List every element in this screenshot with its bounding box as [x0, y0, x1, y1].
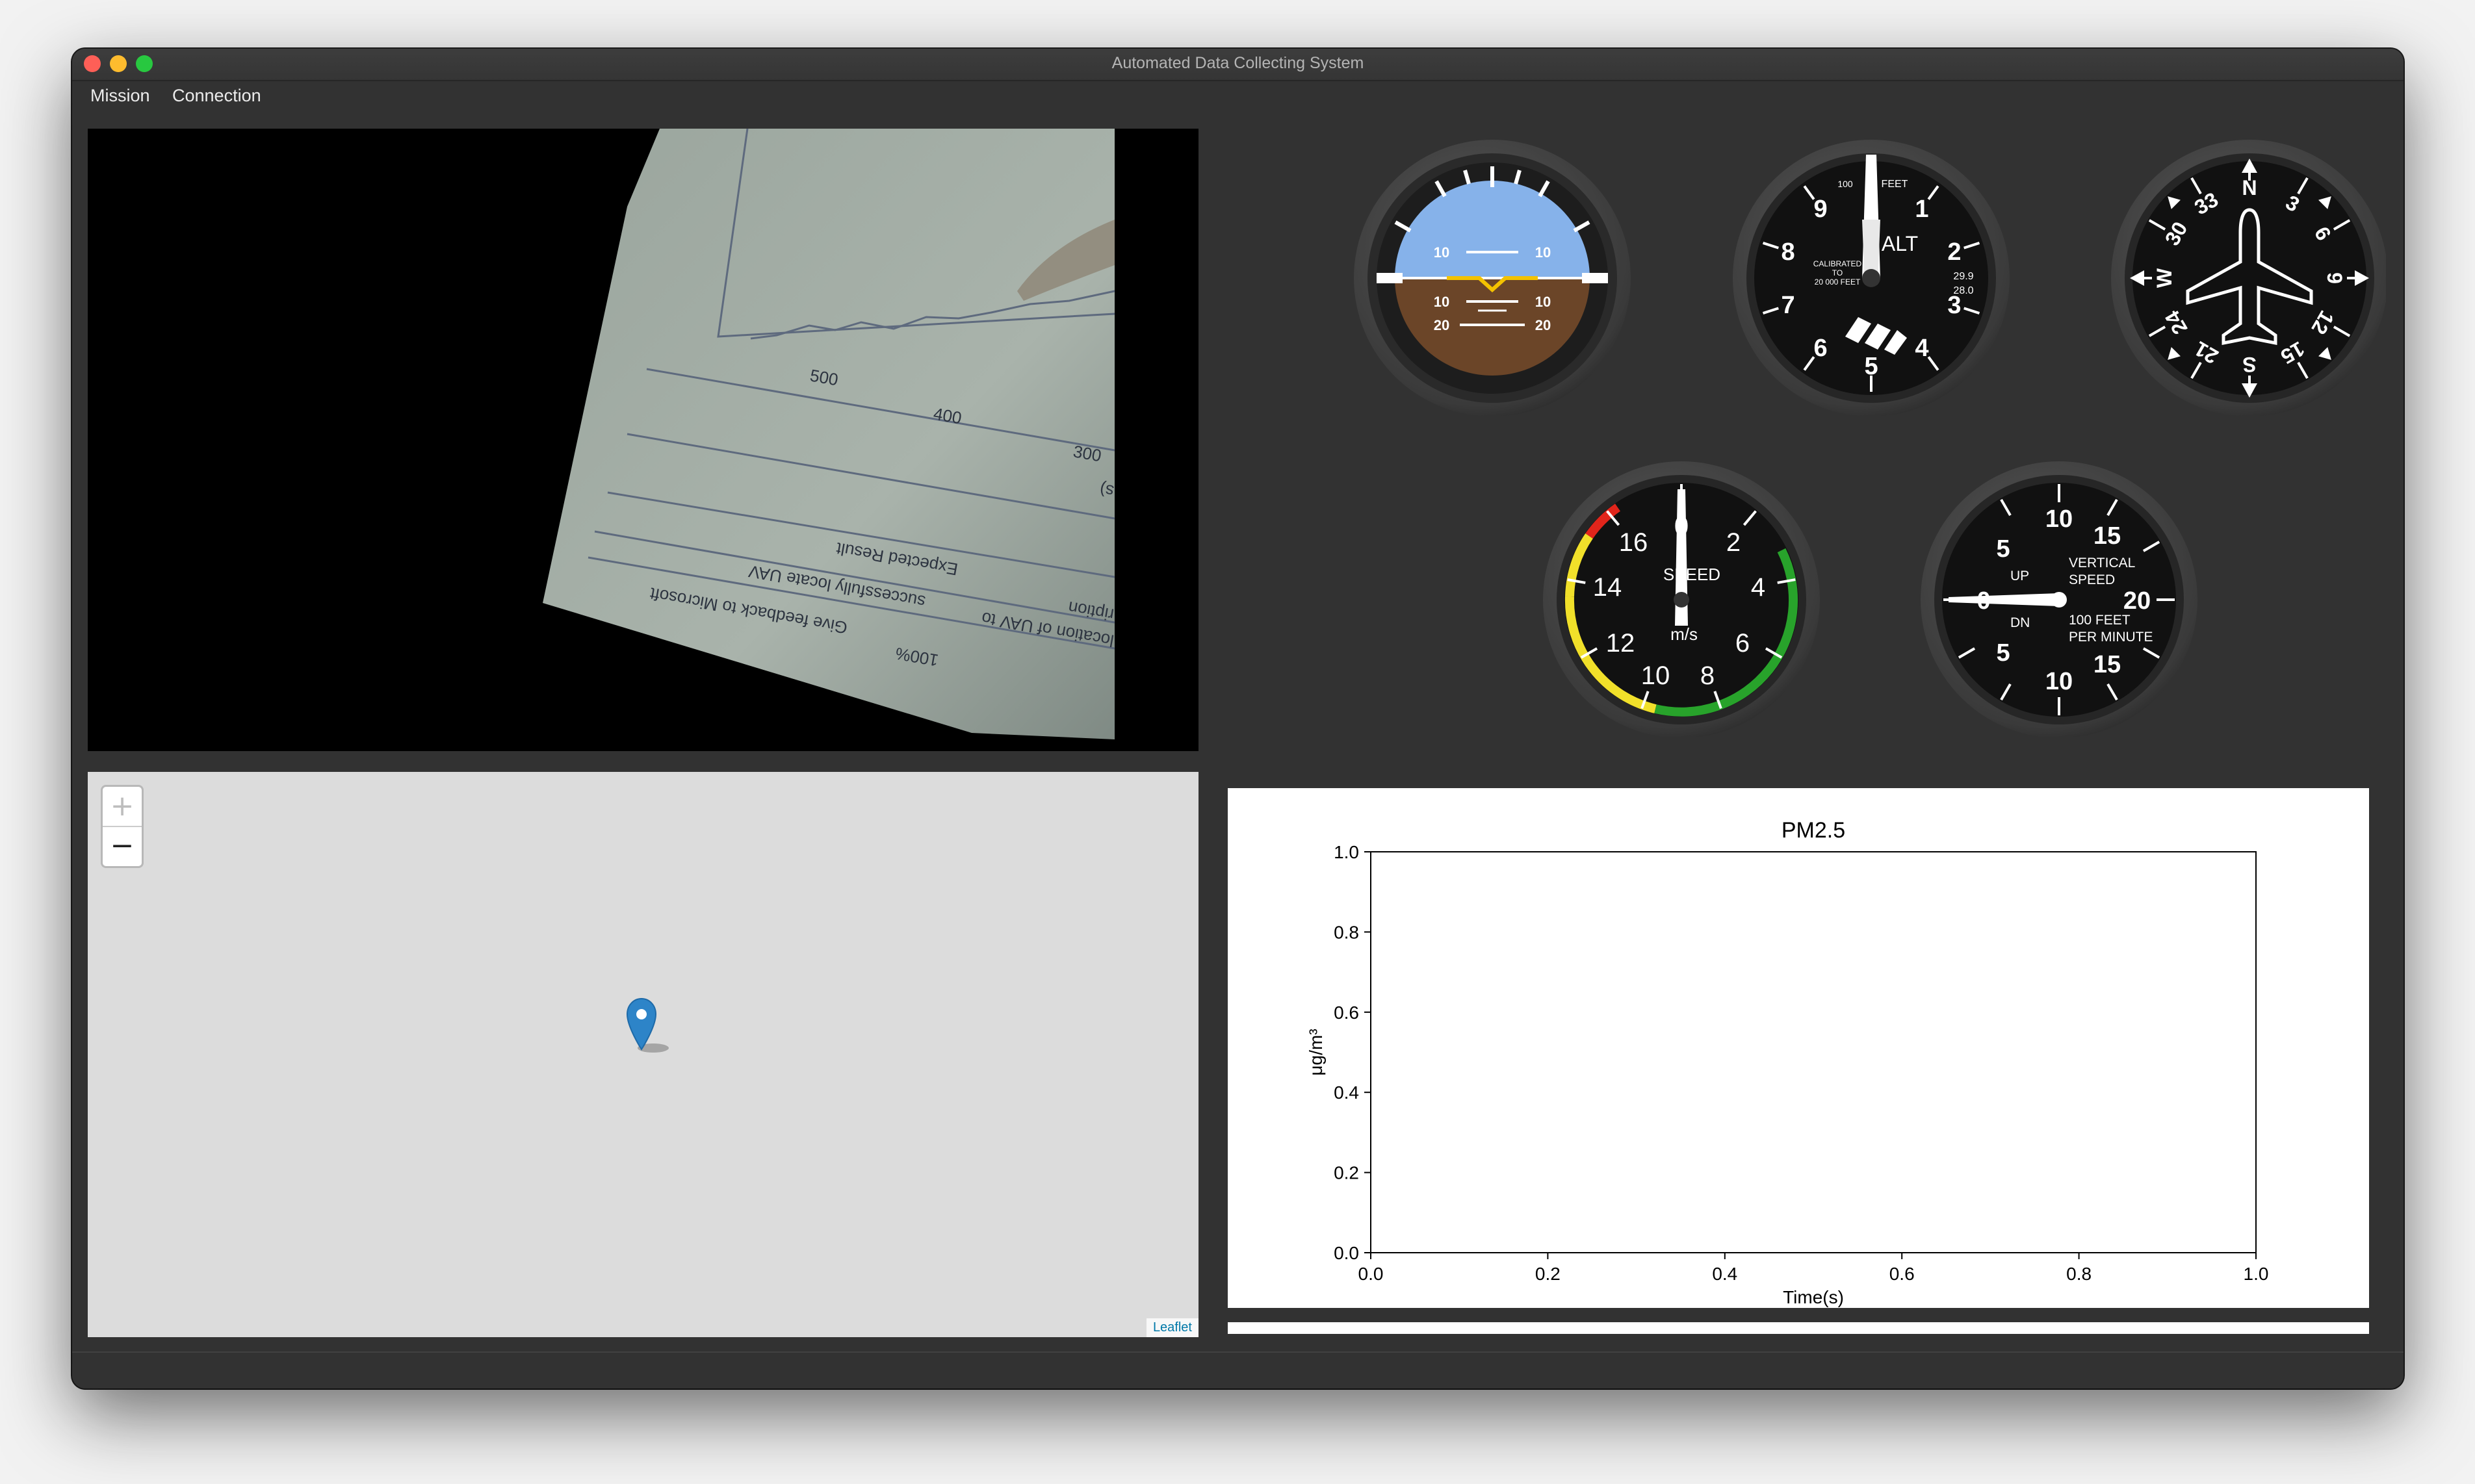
chart-plot-area — [1370, 851, 2257, 1253]
vs-num-10-down: 10 — [2045, 668, 2073, 695]
x-tick-label: 1.0 — [2244, 1264, 2269, 1284]
pitch-label-up-10-right: 10 — [1535, 244, 1551, 261]
map-zoom-in-button[interactable]: + — [103, 787, 142, 827]
x-tick-label: 0.8 — [2066, 1264, 2092, 1284]
alt-top-label-2: FEET — [1882, 179, 1908, 190]
vs-up-label: UP — [2010, 569, 2029, 583]
alt-num-6: 6 — [1813, 335, 1827, 362]
alt-num-2: 2 — [1947, 238, 1961, 266]
speed-unit: m/s — [1670, 624, 1698, 644]
attitude-indicator: 10 10 10 10 20 20 — [1354, 140, 1631, 416]
speed-num-14: 14 — [1593, 573, 1622, 602]
vs-units-2: PER MINUTE — [2069, 630, 2153, 645]
speed-num-2: 2 — [1726, 528, 1741, 557]
alt-subtext-1: CALIBRATED — [1813, 259, 1862, 268]
vs-num-20: 20 — [2123, 587, 2151, 615]
speed-num-10: 10 — [1641, 661, 1670, 690]
title-bar[interactable]: Automated Data Collecting System — [72, 49, 2404, 81]
map-view[interactable]: + − Leaflet — [88, 772, 1199, 1337]
heading-indicator: N 3 6 9 12 15 S 21 24 W 30 33 — [2111, 140, 2388, 416]
vs-title-2: SPEED — [2069, 572, 2115, 587]
chart-canvas: PM2.5 Time(s) μg/m³ 0.0 0.2 0.4 0.6 0.8 1.0 0.… — [1306, 818, 2269, 1307]
altimeter: 0 1 2 3 4 5 6 7 8 9 ALT CALIBRATED TO 20… — [1733, 140, 2010, 416]
vs-down-label: DN — [2010, 615, 2030, 630]
alt-top-label-1: 100 — [1837, 179, 1853, 189]
alt-pressure-2: 28.0 — [1953, 285, 1973, 296]
pitch-label-down-10-right: 10 — [1535, 294, 1551, 310]
vs-units-1: 100 FEET — [2069, 613, 2131, 628]
heading-label-0: N — [2242, 176, 2257, 199]
speed-label: SPEED — [1663, 565, 1720, 584]
chart-toolbar-strip — [1228, 1322, 2369, 1334]
y-tick-label: 0.6 — [1334, 1003, 1359, 1023]
pitch-label-down-20-right: 20 — [1535, 317, 1551, 333]
chart-xlabel: Time(s) — [1783, 1287, 1844, 1307]
vs-title-1: VERTICAL — [2069, 556, 2135, 570]
vertical-speed-indicator: 0 5 10 15 20 15 10 5 VERTICAL SPEED UP D… — [1921, 461, 2197, 738]
x-tick-label: 0.6 — [1889, 1264, 1915, 1284]
map-attribution-link[interactable]: Leaflet — [1146, 1318, 1199, 1337]
speed-num-12: 12 — [1606, 629, 1635, 658]
heading-label-9: 9 — [2323, 272, 2346, 284]
heading-label-18: S — [2242, 353, 2256, 376]
chart-ylabel: μg/m³ — [1306, 1029, 1326, 1075]
pitch-label-down-20-left: 20 — [1434, 317, 1449, 333]
y-tick-label: 1.0 — [1334, 842, 1359, 862]
speed-num-16: 16 — [1619, 528, 1648, 557]
map-zoom-out-button[interactable]: − — [103, 826, 142, 865]
heading-label-27: W — [2153, 268, 2176, 288]
alt-label: ALT — [1882, 232, 1918, 255]
pitch-label-down-10-left: 10 — [1434, 294, 1449, 310]
airspeed-indicator: 0 2 4 6 8 10 12 14 16 SPEED m/s — [1543, 461, 1820, 738]
window-title: Automated Data Collecting System — [1111, 54, 1364, 72]
alt-num-5: 5 — [1864, 353, 1878, 380]
menu-bar: Mission Connection — [72, 81, 2404, 111]
alt-pressure-1: 29.9 — [1953, 271, 1973, 282]
vs-num-5-down: 5 — [1996, 639, 2010, 667]
pitch-label-up-10-left: 10 — [1434, 244, 1449, 261]
vs-num-15-down: 15 — [2093, 651, 2121, 678]
y-tick-label: 0.4 — [1334, 1082, 1359, 1103]
alt-num-9: 9 — [1813, 196, 1827, 223]
speed-num-8: 8 — [1700, 661, 1715, 690]
alt-num-1: 1 — [1915, 196, 1928, 223]
y-tick-label: 0.2 — [1334, 1163, 1359, 1183]
vs-num-5-up: 5 — [1996, 535, 2010, 563]
x-tick-label: 0.0 — [1358, 1264, 1384, 1284]
x-tick-label: 0.2 — [1535, 1264, 1561, 1284]
x-tick-label: 0.4 — [1712, 1264, 1737, 1284]
vs-num-10-up: 10 — [2045, 505, 2073, 533]
chart-title: PM2.5 — [1782, 818, 1845, 843]
speed-num-6: 6 — [1735, 629, 1750, 658]
video-feed: 500 400 300 Expected Result successfully… — [88, 129, 1199, 751]
pm25-chart: PM2.5 Time(s) μg/m³ 0.0 0.2 0.4 0.6 0.8 1.0 0.… — [1228, 788, 2369, 1308]
y-tick-label: 0.0 — [1334, 1243, 1359, 1263]
y-tick-label: 0.8 — [1334, 922, 1359, 942]
speed-num-4: 4 — [1751, 573, 1765, 602]
alt-num-7: 7 — [1781, 292, 1795, 319]
menu-mission[interactable]: Mission — [88, 86, 153, 106]
alt-subtext-3: 20 000 FEET — [1815, 277, 1861, 287]
alt-num-8: 8 — [1781, 238, 1795, 266]
location-marker-icon[interactable] — [626, 997, 671, 1056]
flight-instruments: 10 10 10 10 20 20 1 2 3 4 5 6 7 8 9 ALT … — [1216, 129, 2388, 751]
menu-connection[interactable]: Connection — [170, 86, 264, 106]
map-zoom-control: + − — [101, 785, 144, 868]
status-bar — [72, 1351, 2404, 1388]
camera-frame: 500 400 300 Expected Result successfully… — [88, 129, 1199, 751]
app-window: Automated Data Collecting System Mission… — [72, 49, 2404, 1388]
alt-num-4: 4 — [1915, 335, 1928, 362]
alt-subtext-2: TO — [1832, 268, 1843, 277]
vs-num-15-up: 15 — [2093, 522, 2121, 550]
